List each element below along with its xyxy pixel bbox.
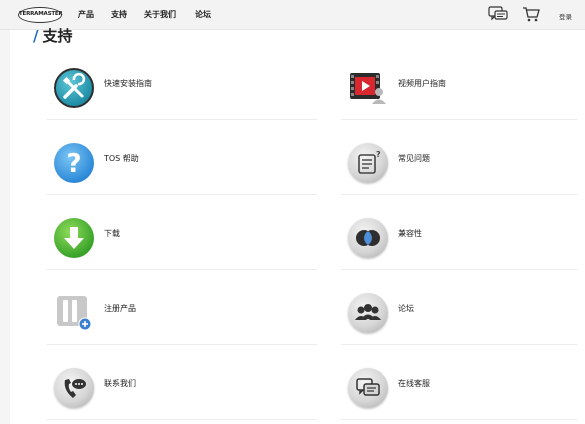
cart-icon[interactable] (522, 6, 540, 26)
tools-icon (54, 68, 94, 108)
card-label: 论坛 (398, 304, 414, 313)
nav-about-us[interactable]: 关于我们 (144, 9, 176, 20)
register-product-icon (57, 296, 93, 332)
top-navigation-bar: TERRAMASTER 产品 支持 关于我们 论坛 登录 (0, 0, 585, 30)
card-label: 在线客服 (398, 379, 430, 388)
card-faq[interactable]: ? 常见问题 (341, 120, 577, 195)
login-link[interactable]: 登录 (559, 11, 572, 21)
left-edge-strip (0, 30, 10, 424)
video-user-icon (349, 72, 387, 104)
faq-icon: ? (348, 143, 388, 183)
card-label: 常见问题 (398, 154, 430, 163)
card-label: 下载 (104, 229, 120, 238)
card-download[interactable]: 下载 (47, 195, 317, 270)
online-service-icon (348, 368, 388, 408)
card-label: 视频用户指南 (398, 79, 446, 88)
card-register-product[interactable]: 注册产品 (47, 270, 317, 345)
svg-text:?: ? (66, 149, 81, 179)
card-label: 快速安装指南 (104, 79, 152, 88)
download-icon (54, 218, 94, 258)
svg-text:?: ? (376, 150, 381, 159)
compatibility-icon (348, 218, 388, 258)
card-compatibility[interactable]: 兼容性 (341, 195, 577, 270)
page-title: / 支持 (33, 27, 73, 45)
nav-forum[interactable]: 论坛 (195, 9, 211, 20)
nav-products[interactable]: 产品 (78, 9, 94, 20)
phone-chat-icon (54, 368, 94, 408)
card-label: 注册产品 (104, 304, 136, 313)
forum-icon (348, 293, 388, 333)
card-tos-help[interactable]: ? TOS 帮助 (47, 120, 317, 195)
nav-support[interactable]: 支持 (111, 9, 127, 20)
card-video-user-guide[interactable]: 视频用户指南 (341, 45, 577, 120)
card-label: 联系我们 (104, 379, 136, 388)
chat-icon[interactable] (488, 6, 508, 26)
card-quick-install-guide[interactable]: 快速安装指南 (47, 45, 317, 120)
card-online-service[interactable]: 在线客服 (341, 345, 577, 420)
card-label: 兼容性 (398, 229, 422, 238)
card-label: TOS 帮助 (104, 154, 139, 163)
terramaster-logo[interactable]: TERRAMASTER (18, 7, 63, 23)
card-forum[interactable]: 论坛 (341, 270, 577, 345)
card-contact-us[interactable]: 联系我们 (47, 345, 317, 420)
question-icon: ? (54, 143, 94, 183)
